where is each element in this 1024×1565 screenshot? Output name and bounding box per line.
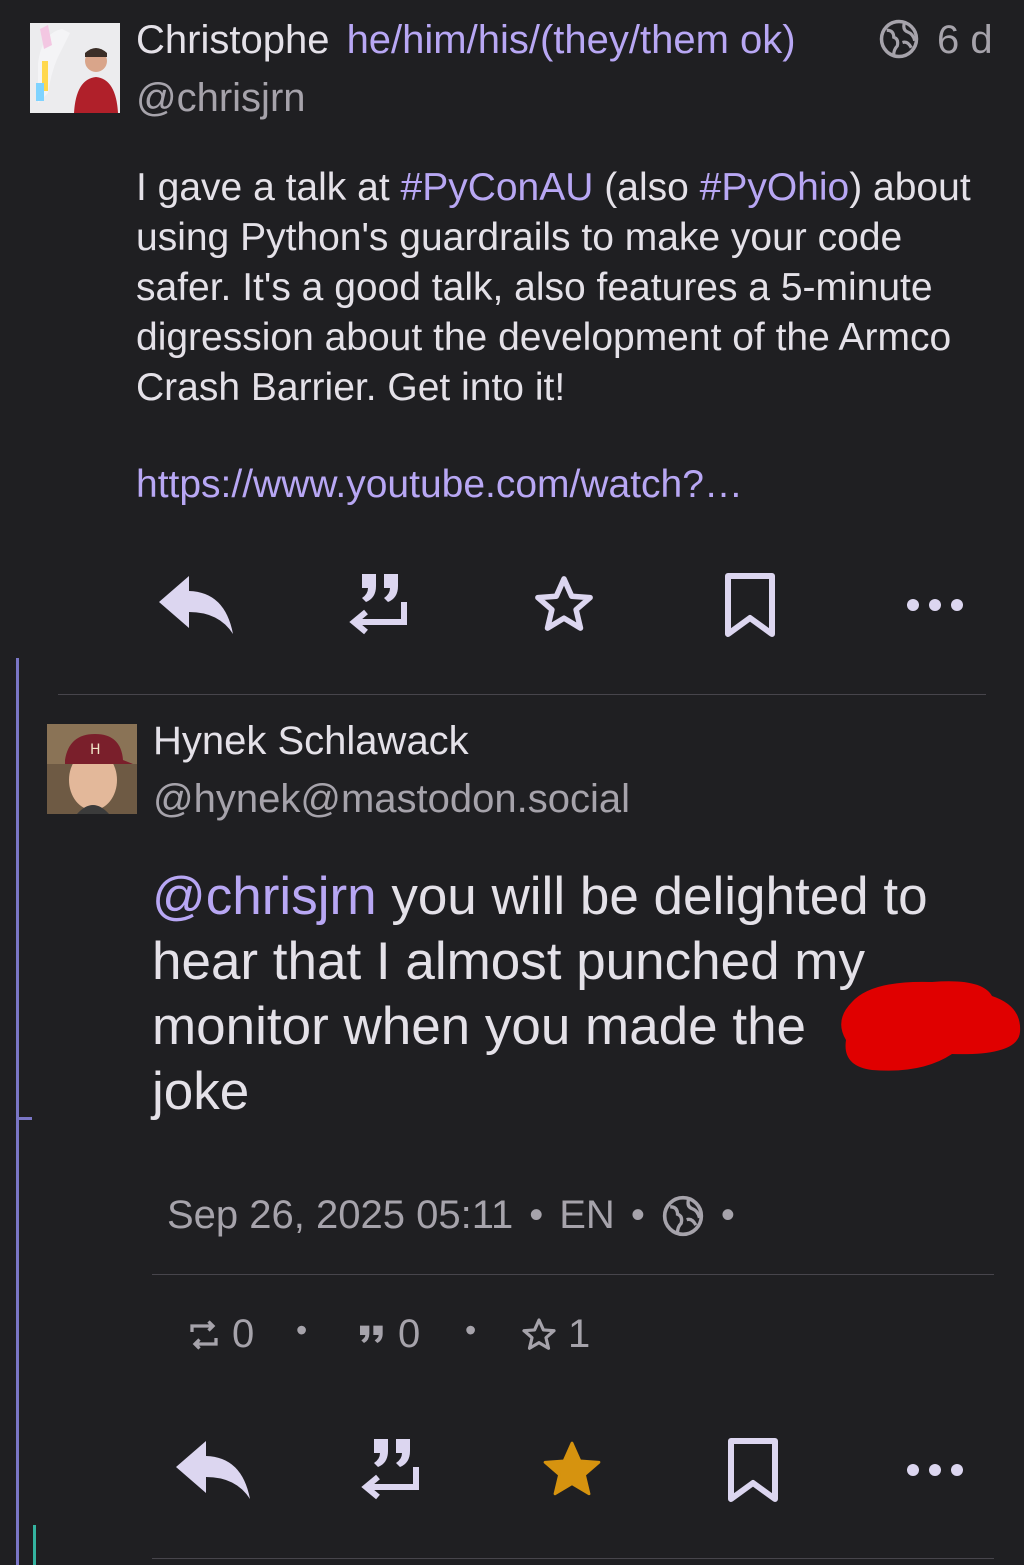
reply-text-end: joke (152, 1062, 250, 1121)
reply-author-display-name[interactable]: Hynek Schlawack (153, 719, 469, 764)
stat-separator: • (465, 1312, 477, 1348)
more-button[interactable] (895, 575, 975, 635)
boost-icon (190, 1319, 218, 1350)
post-text: (also (593, 166, 700, 209)
more-icon (907, 1464, 963, 1476)
reply-author-handle[interactable]: @hynek@mastodon.social (153, 777, 630, 822)
divider (152, 1274, 994, 1275)
divider (152, 1558, 994, 1559)
quote-button[interactable] (352, 1427, 432, 1507)
more-icon (907, 599, 963, 611)
globe-icon (661, 1194, 705, 1238)
star-filled-icon (543, 1441, 601, 1496)
mention-link[interactable]: @chrisjrn (152, 867, 377, 926)
star-outline-icon (535, 576, 593, 631)
reply-icon (176, 1441, 250, 1499)
bookmark-icon (725, 573, 775, 637)
stat-separator: • (296, 1312, 308, 1348)
author-pronouns: he/him/his/(they/them ok) (346, 18, 796, 62)
divider (58, 694, 986, 695)
svg-text:H: H (90, 742, 101, 758)
quote-small-icon (360, 1325, 383, 1343)
reply-language: EN (559, 1193, 615, 1237)
quote-button[interactable] (340, 562, 420, 642)
post-text: I gave a talk at (136, 166, 401, 209)
youtube-link[interactable]: https://www.youtube.com/watch?… (136, 463, 743, 507)
thread-line-next (33, 1525, 36, 1565)
avatar-image (30, 23, 120, 113)
boost-count-value: 0 (232, 1312, 255, 1356)
bookmark-button[interactable] (710, 565, 790, 645)
globe-icon (878, 18, 920, 60)
hashtag-link[interactable]: #PyOhio (700, 166, 850, 209)
author-display-name[interactable]: Christophe (136, 18, 329, 62)
meta-separator: • (630, 1193, 645, 1237)
post-age[interactable]: 6 d (937, 18, 993, 63)
quote-count[interactable]: 0 (356, 1312, 420, 1357)
reply-meta: Sep 26, 2025 05:11 • EN • • (167, 1193, 735, 1238)
hashtag-link[interactable]: #PyConAU (401, 166, 594, 209)
reply-button[interactable] (150, 565, 240, 645)
thread-line (16, 658, 19, 1565)
avatar-image: H (47, 724, 137, 814)
meta-separator: • (529, 1193, 544, 1237)
favourite-button-active[interactable] (532, 1430, 612, 1510)
post-content: I gave a talk at #PyConAU (also #PyOhio)… (136, 163, 996, 413)
star-small-icon (522, 1317, 556, 1350)
author-handle[interactable]: @chrisjrn (136, 76, 306, 121)
boost-count[interactable]: 0 (186, 1312, 254, 1357)
more-button[interactable] (895, 1440, 975, 1500)
thread-line-tick (16, 1117, 32, 1120)
avatar-christophe[interactable] (30, 23, 120, 113)
redaction-mark (832, 976, 1022, 1076)
reply-timestamp[interactable]: Sep 26, 2025 05:11 (167, 1193, 513, 1238)
favourite-count-value: 1 (568, 1312, 591, 1356)
favourite-count[interactable]: 1 (520, 1312, 590, 1357)
reply-button[interactable] (167, 1430, 257, 1510)
meta-separator: • (720, 1193, 735, 1237)
quote-icon (349, 574, 407, 635)
bookmark-icon (728, 1438, 778, 1502)
favourite-button[interactable] (524, 565, 604, 645)
bookmark-button[interactable] (713, 1430, 793, 1510)
reply-icon (159, 576, 233, 634)
avatar-hynek[interactable]: H (47, 724, 137, 814)
quote-count-value: 0 (398, 1312, 421, 1356)
quote-icon (361, 1439, 419, 1500)
